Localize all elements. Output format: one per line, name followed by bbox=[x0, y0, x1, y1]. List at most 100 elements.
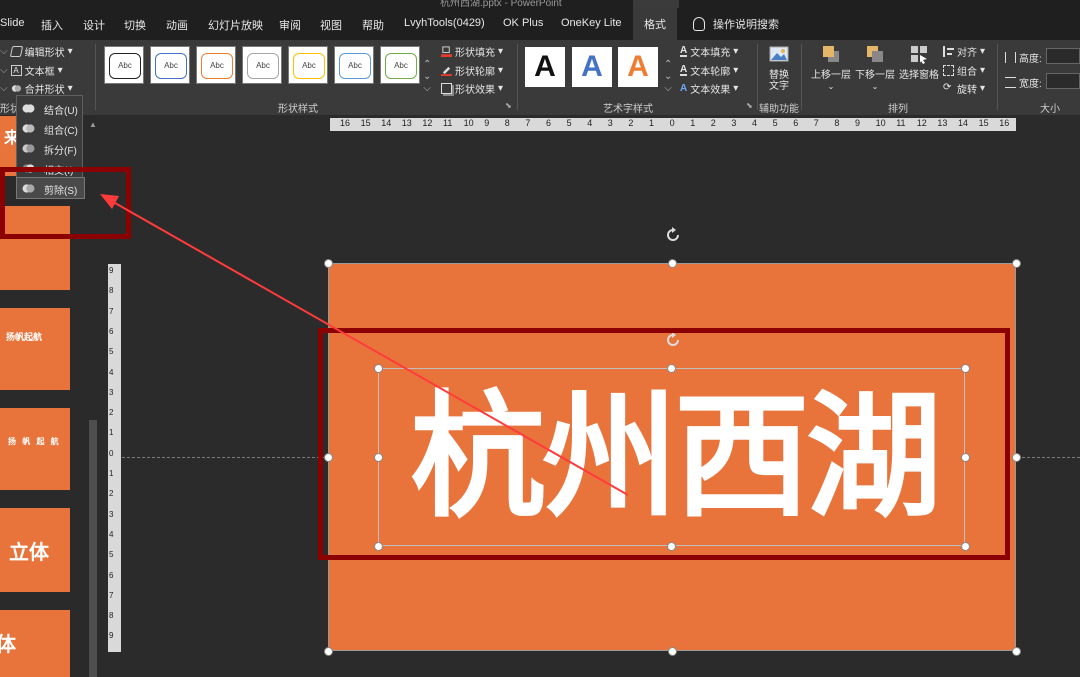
selection-pane-button[interactable]: 选择窗格 bbox=[897, 44, 941, 81]
width-label: 宽度: bbox=[1005, 75, 1042, 90]
send-backward-button[interactable]: 下移一层 ⌄ bbox=[852, 44, 898, 92]
union-icon bbox=[22, 104, 35, 113]
slide-thumbnail-5[interactable]: 立体 bbox=[0, 508, 70, 592]
shape-style-swatch[interactable]: Abc bbox=[104, 46, 144, 84]
ruler-tick-label: 7 bbox=[813, 118, 819, 128]
gallery-scroll[interactable]: ⌃ ⌄ ⌵ bbox=[423, 60, 431, 94]
menu-item-union[interactable]: 结合(U) bbox=[17, 98, 84, 118]
tab-design[interactable]: 设计 bbox=[83, 17, 105, 33]
selection-pane-icon bbox=[911, 46, 927, 64]
tab-insert[interactable]: 插入 bbox=[41, 17, 63, 33]
ruler-tick-label: 16 bbox=[999, 118, 1010, 128]
text-fill-button[interactable]: A 文本填充 ▾ bbox=[680, 44, 738, 59]
tab-onekey[interactable]: OneKey Lite bbox=[561, 17, 622, 29]
text-effects-button[interactable]: A 文本效果 ▾ bbox=[680, 81, 738, 96]
shape-style-swatch[interactable]: Abc bbox=[334, 46, 374, 84]
resize-handle[interactable] bbox=[667, 646, 677, 656]
ruler-tick-label: 9 bbox=[109, 266, 114, 275]
combine-icon bbox=[22, 124, 35, 133]
bring-forward-button[interactable]: 上移一层 ⌄ bbox=[808, 44, 854, 92]
ruler-tick-label: 12 bbox=[422, 118, 433, 128]
text-outline-button[interactable]: A 文本轮廓 ▾ bbox=[680, 63, 738, 78]
height-input[interactable] bbox=[1046, 48, 1080, 64]
width-input[interactable] bbox=[1046, 73, 1080, 89]
tab-okplus[interactable]: OK Plus bbox=[503, 17, 543, 29]
shape-fill-button[interactable]: 形状填充 ▾ bbox=[441, 44, 503, 59]
ruler-tick-label: 3 bbox=[607, 118, 613, 128]
menu-item-fragment[interactable]: 拆分(F) bbox=[17, 138, 84, 158]
ruler-tick-label: 4 bbox=[109, 529, 114, 539]
wordart-dialog-launcher-icon[interactable]: ⬊ bbox=[746, 101, 753, 110]
merge-shapes-button[interactable]: ⌵ 合并形状 ▾ bbox=[0, 81, 73, 96]
wordart-gallery-scroll[interactable]: ⌃ ⌄ ⌵ bbox=[664, 60, 672, 94]
resize-handle[interactable] bbox=[1011, 646, 1021, 656]
align-button[interactable]: 对齐 ▾ bbox=[943, 44, 985, 59]
slide-thumbnail-4[interactable]: 扬 帆 起 航 bbox=[0, 408, 70, 490]
ruler-tick-label: 10 bbox=[463, 118, 474, 128]
height-icon bbox=[1005, 52, 1016, 63]
tab-slideshow[interactable]: 幻灯片放映 bbox=[208, 17, 263, 33]
scrollbar-thumb[interactable] bbox=[89, 420, 97, 677]
ruler-tick-label: 12 bbox=[916, 118, 927, 128]
shape-style-swatch[interactable]: Abc bbox=[196, 46, 236, 84]
context-tab-label bbox=[633, 0, 679, 8]
annotation-box-text bbox=[318, 328, 1010, 560]
tab-transitions[interactable]: 切换 bbox=[124, 17, 146, 33]
text-effects-icon: A bbox=[680, 83, 688, 94]
alt-text-button[interactable]: 替换 文字 bbox=[762, 44, 796, 92]
shape-style-swatch[interactable]: Abc bbox=[150, 46, 190, 84]
ruler-tick-label: 5 bbox=[566, 118, 572, 128]
resize-handle[interactable] bbox=[1011, 452, 1021, 462]
shape-style-swatch[interactable]: Abc bbox=[380, 46, 420, 84]
shape-outline-button[interactable]: 形状轮廓 ▾ bbox=[441, 63, 503, 78]
shape-style-swatch-label: Abc bbox=[247, 53, 279, 79]
shape-style-swatch[interactable]: Abc bbox=[288, 46, 328, 84]
width-icon bbox=[1005, 77, 1016, 88]
group-button[interactable]: 组合 ▾ bbox=[943, 63, 985, 78]
resize-handle[interactable] bbox=[323, 646, 333, 656]
vertical-ruler: 9 8 7 6 5 4 3 2 1 0 1 2 3 4 5 6 7 8 9 bbox=[108, 264, 121, 652]
ruler-tick-label: 4 bbox=[587, 118, 593, 128]
dialog-launcher-icon[interactable]: ⬊ bbox=[505, 101, 512, 110]
ruler-tick-label: 2 bbox=[628, 118, 634, 128]
shape-effects-button[interactable]: 形状效果 ▾ bbox=[441, 81, 503, 96]
shape-style-swatch-label: Abc bbox=[155, 53, 187, 79]
ruler-tick-label: 8 bbox=[504, 118, 510, 128]
rotate-handle-icon[interactable] bbox=[665, 227, 681, 243]
ruler-tick-label: 8 bbox=[109, 286, 114, 296]
resize-handle[interactable] bbox=[323, 258, 333, 268]
ruler-tick-label: 2 bbox=[109, 408, 114, 418]
rotate-button[interactable]: ⟳ 旋转 ▾ bbox=[943, 81, 985, 97]
group-label-accessibility: 辅助功能 bbox=[759, 104, 799, 115]
tell-me-search[interactable]: 操作说明搜索 bbox=[693, 16, 779, 32]
pen-icon bbox=[441, 66, 452, 76]
resize-handle[interactable] bbox=[667, 258, 677, 268]
tab-format[interactable]: 格式 bbox=[633, 8, 677, 40]
tell-me-label: 操作说明搜索 bbox=[713, 19, 779, 31]
shape-style-swatch[interactable]: Abc bbox=[242, 46, 282, 84]
tab-review[interactable]: 审阅 bbox=[279, 17, 301, 33]
fragment-icon bbox=[22, 144, 35, 153]
slide-thumbnail-6[interactable]: 体 bbox=[0, 610, 70, 677]
edit-shape-button[interactable]: ⌵ 编辑形状 ▾ bbox=[0, 44, 73, 59]
wordart-style-black[interactable]: A bbox=[525, 47, 565, 87]
group-icon bbox=[943, 65, 954, 76]
paint-bucket-icon bbox=[441, 46, 452, 57]
wordart-style-orange[interactable]: A bbox=[618, 47, 658, 87]
slide-thumbnail-3[interactable]: 扬帆起航 bbox=[0, 308, 70, 390]
menu-item-combine[interactable]: 组合(C) bbox=[17, 118, 84, 138]
ruler-tick-label: 9 bbox=[484, 118, 490, 128]
alt-text-icon bbox=[769, 46, 789, 62]
ruler-tick-label: 6 bbox=[109, 326, 114, 336]
tab-slide[interactable]: Slide bbox=[0, 17, 24, 29]
tab-help[interactable]: 帮助 bbox=[362, 17, 384, 33]
wordart-style-blue[interactable]: A bbox=[572, 47, 612, 87]
tab-view[interactable]: 视图 bbox=[320, 17, 342, 33]
group-label-size: 大小 bbox=[1040, 104, 1060, 115]
ruler-tick-label: 15 bbox=[360, 118, 371, 128]
resize-handle[interactable] bbox=[1011, 258, 1021, 268]
tab-lvyhtools[interactable]: LvyhTools(0429) bbox=[404, 17, 485, 29]
text-box-button[interactable]: ⌵ A 文本框 ▾ bbox=[0, 63, 63, 78]
scroll-up-icon[interactable]: ▲ bbox=[89, 120, 97, 129]
tab-animations[interactable]: 动画 bbox=[166, 17, 188, 33]
